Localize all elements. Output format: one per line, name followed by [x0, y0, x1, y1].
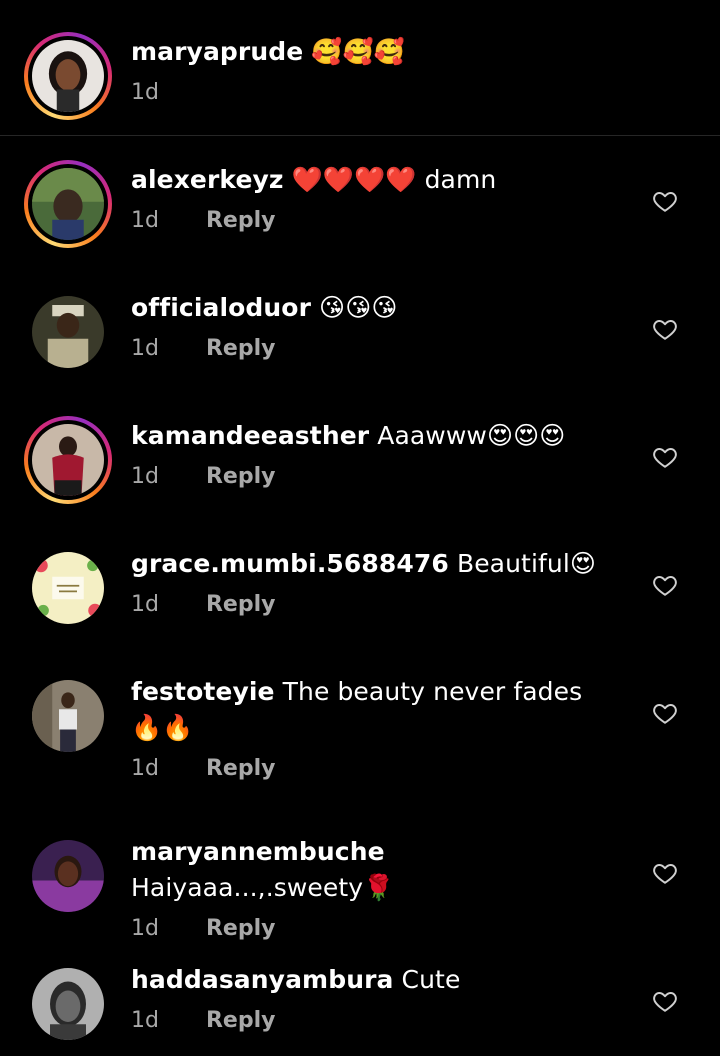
like-heart-icon[interactable]: [652, 700, 678, 726]
reply-button[interactable]: Reply: [206, 1008, 276, 1033]
caption-time: 1d: [131, 80, 159, 105]
like-heart-icon[interactable]: [652, 988, 678, 1014]
comment-text: Beautiful😍: [456, 549, 597, 578]
caption-username[interactable]: maryaprude: [131, 37, 303, 66]
comment-time: 1d: [131, 1008, 159, 1033]
comment-avatar[interactable]: [24, 672, 112, 760]
caption-avatar[interactable]: [24, 32, 112, 120]
comment-time: 1d: [131, 464, 159, 489]
comment-avatar[interactable]: [24, 416, 112, 504]
reply-button[interactable]: Reply: [206, 336, 276, 361]
like-heart-icon[interactable]: [652, 572, 678, 598]
reply-button[interactable]: Reply: [206, 464, 276, 489]
like-heart-icon[interactable]: [652, 188, 678, 214]
comment-username[interactable]: officialoduor: [131, 293, 311, 322]
comment-avatar[interactable]: [24, 544, 112, 632]
comment-avatar[interactable]: [24, 960, 112, 1048]
comment-avatar[interactable]: [24, 832, 112, 920]
user-avatar-image: [32, 840, 104, 912]
user-avatar-image: [32, 968, 104, 1040]
comment-time: 1d: [131, 756, 159, 781]
user-avatar-image: [32, 424, 104, 496]
reply-button[interactable]: Reply: [206, 592, 276, 617]
comment-username[interactable]: alexerkeyz: [131, 165, 284, 194]
comment-avatar[interactable]: [24, 288, 112, 376]
user-avatar-image: [32, 296, 104, 368]
comment-username[interactable]: haddasanyambura: [131, 965, 394, 994]
comment-time: 1d: [131, 916, 159, 941]
comment-text: 😘😘😘: [319, 293, 398, 322]
comment-text: Haiyaaa...,.sweety🌹: [131, 873, 395, 902]
like-heart-icon[interactable]: [652, 860, 678, 886]
like-heart-icon[interactable]: [652, 316, 678, 342]
user-avatar-image: [32, 680, 104, 752]
comment-time: 1d: [131, 592, 159, 617]
comment-time: 1d: [131, 208, 159, 233]
comment-avatar[interactable]: [24, 160, 112, 248]
comment-username[interactable]: festoteyie: [131, 677, 275, 706]
reply-button[interactable]: Reply: [206, 208, 276, 233]
like-heart-icon[interactable]: [652, 444, 678, 470]
user-avatar-image: [32, 168, 104, 240]
post-caption: maryaprude 🥰🥰🥰 1d: [0, 0, 720, 136]
caption-text: 🥰🥰🥰: [311, 37, 406, 66]
reply-button[interactable]: Reply: [206, 756, 276, 781]
reply-button[interactable]: Reply: [206, 916, 276, 941]
comment-username[interactable]: kamandeeasther: [131, 421, 369, 450]
comment-text: ❤️❤️❤️❤️ damn: [291, 165, 497, 194]
user-avatar-image: [32, 552, 104, 624]
comment-username[interactable]: maryannembuche: [131, 837, 385, 866]
comment-text: Aaawww😍😍😍: [377, 421, 566, 450]
comment-text: Cute: [401, 965, 461, 994]
comment-time: 1d: [131, 336, 159, 361]
comment-username[interactable]: grace.mumbi.5688476: [131, 549, 449, 578]
user-avatar-image: [32, 40, 104, 112]
